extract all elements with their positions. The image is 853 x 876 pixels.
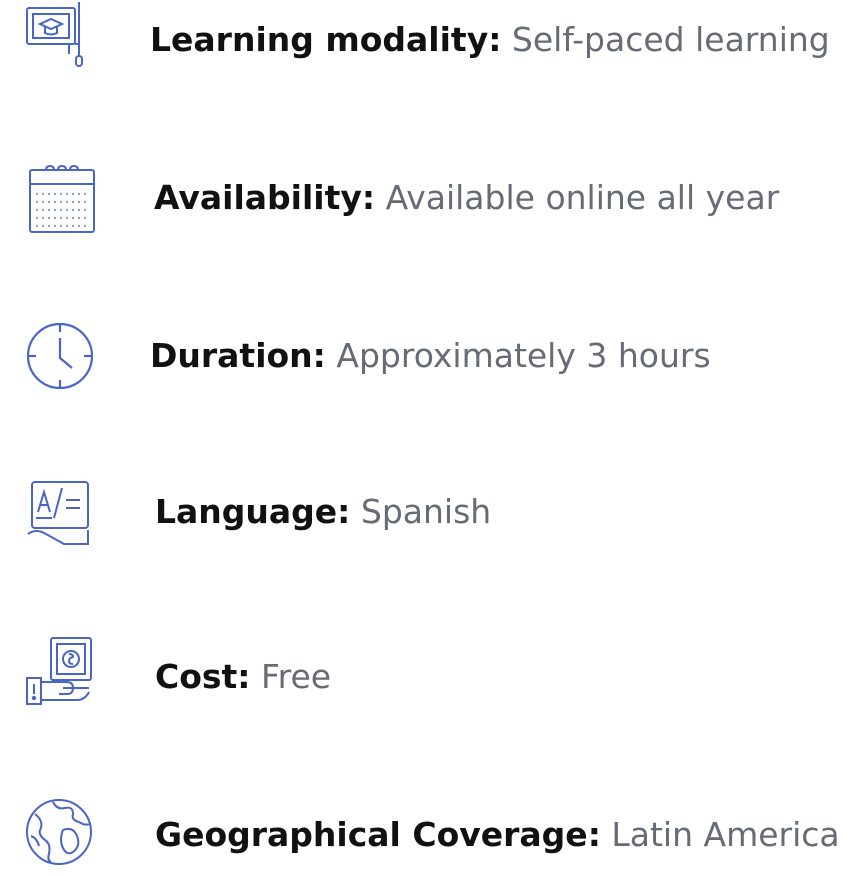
clock-icon [24, 320, 96, 392]
info-row-duration: Duration: Approximately 3 hours [0, 316, 853, 396]
item-value: Latin America [611, 815, 840, 854]
item-value: Spanish [360, 492, 492, 531]
item-value: Available online all year [385, 178, 780, 217]
online-course-icon [21, 2, 93, 74]
info-row-availability: Availability: Available online all year [0, 158, 853, 238]
item-label: Learning modality: [150, 20, 502, 59]
info-row-cost: Cost: Free [0, 636, 853, 716]
item-value: Free [261, 657, 332, 696]
translation-icon [24, 478, 96, 550]
globe-icon [23, 796, 95, 868]
item-label: Language: [155, 492, 351, 531]
item-label: Geographical Coverage: [155, 815, 601, 854]
info-row-geographical-coverage: Geographical Coverage: Latin America [0, 796, 853, 876]
item-value: Self-paced learning [511, 20, 830, 59]
calendar-icon [24, 162, 96, 234]
item-label: Duration: [150, 336, 326, 375]
info-row-language: Language: Spanish [0, 475, 853, 555]
item-label: Availability: [154, 178, 376, 217]
item-value: Approximately 3 hours [336, 336, 711, 375]
money-icon [23, 636, 95, 708]
item-label: Cost: [155, 657, 251, 696]
info-row-learning-modality: Learning modality: Self-paced learning [0, 0, 853, 80]
